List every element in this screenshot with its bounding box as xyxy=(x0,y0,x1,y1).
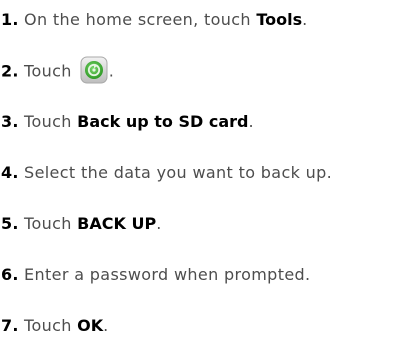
step-text-end: . xyxy=(156,214,162,233)
step-2: 2. Touch . xyxy=(1,56,115,84)
step-text: Select the data you want to back up. xyxy=(18,163,333,182)
step-text-end: . xyxy=(248,112,254,131)
step-text: Touch xyxy=(18,112,78,131)
step-number: 5. xyxy=(1,214,19,233)
step-text: On the home screen, touch xyxy=(18,10,257,29)
step-6: 6. Enter a password when prompted. xyxy=(1,262,310,288)
step-7: 7. Touch OK. xyxy=(1,313,109,339)
step-4: 4. Select the data you want to back up. xyxy=(1,160,332,186)
step-text-end: . xyxy=(108,61,115,81)
step-number: 6. xyxy=(1,265,19,284)
step-bold-term: OK xyxy=(77,316,104,335)
step-text: Enter a password when prompted. xyxy=(18,265,311,284)
step-text: Touch xyxy=(18,214,78,233)
step-1: 1. On the home screen, touch Tools. xyxy=(1,7,308,33)
step-bold-term: Tools xyxy=(256,10,303,29)
step-text-end: . xyxy=(302,10,308,29)
step-number: 2. xyxy=(1,61,19,81)
backup-app-icon xyxy=(80,56,108,84)
step-5: 5. Touch BACK UP. xyxy=(1,211,162,237)
step-text-end: . xyxy=(103,316,109,335)
step-text: Touch xyxy=(18,61,72,81)
step-bold-term: Back up to SD card xyxy=(77,112,249,131)
step-number: 4. xyxy=(1,163,19,182)
step-number: 3. xyxy=(1,112,19,131)
step-number: 7. xyxy=(1,316,19,335)
step-number: 1. xyxy=(1,10,19,29)
step-text: Touch xyxy=(18,316,78,335)
step-bold-term: BACK UP xyxy=(77,214,157,233)
step-3: 3. Touch Back up to SD card. xyxy=(1,109,254,135)
